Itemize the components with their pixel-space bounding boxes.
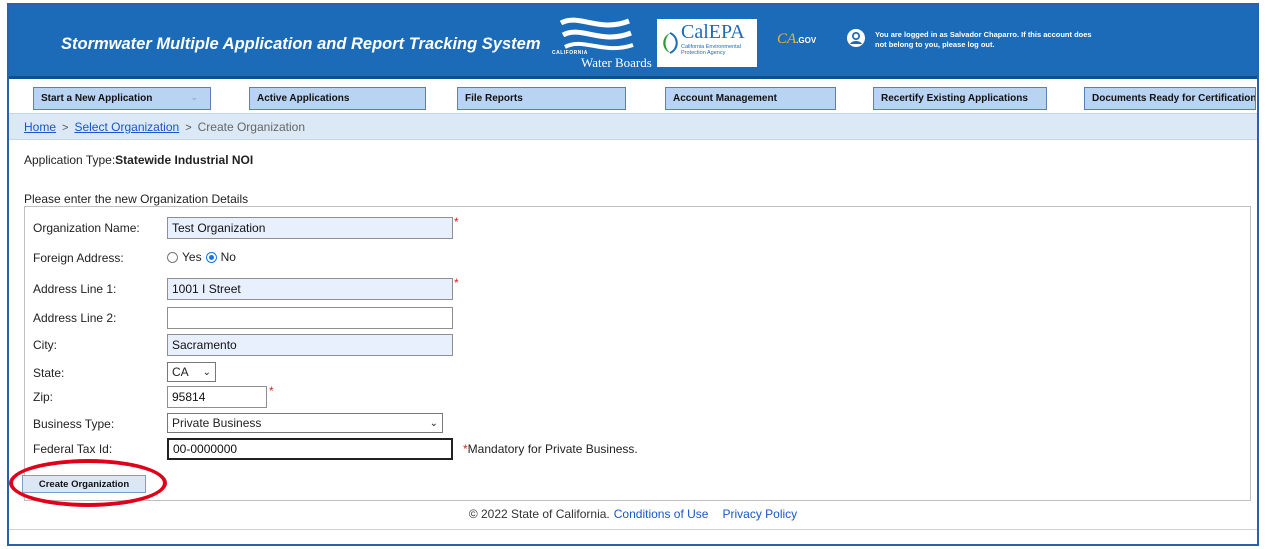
- breadcrumb-current: Create Organization: [197, 120, 306, 134]
- city-label: City:: [33, 338, 57, 352]
- nav-active-applications[interactable]: Active Applications: [249, 87, 426, 110]
- cagov-text: CA: [777, 31, 797, 47]
- application-type-label: Application Type:: [24, 153, 116, 167]
- nav-account-management[interactable]: Account Management: [665, 87, 836, 110]
- footer-privacy-link[interactable]: Privacy Policy: [722, 507, 797, 521]
- footer: © 2022 State of California. Conditions of…: [9, 507, 1257, 521]
- federal-tax-id-note-text: Mandatory for Private Business.: [467, 442, 638, 456]
- state-label: State:: [33, 366, 65, 380]
- state-select-value: CA: [172, 365, 189, 379]
- nav-recertify-existing-applications[interactable]: Recertify Existing Applications: [873, 87, 1047, 110]
- org-name-input[interactable]: [167, 217, 453, 239]
- form-instruction: Please enter the new Organization Detail…: [24, 192, 249, 206]
- zip-label: Zip:: [33, 390, 54, 404]
- user-account-icon[interactable]: [846, 28, 866, 48]
- breadcrumb-select-organization[interactable]: Select Organization: [74, 120, 179, 134]
- breadcrumb-separator-icon: >: [185, 122, 192, 134]
- required-mark: *: [454, 215, 459, 229]
- nav-file-reports[interactable]: File Reports: [457, 87, 626, 110]
- zip-input[interactable]: [167, 386, 267, 408]
- cagov-logo[interactable]: CA.GOV: [777, 31, 816, 48]
- business-type-label: Business Type:: [33, 417, 115, 431]
- federal-tax-id-note: *Mandatory for Private Business.: [463, 442, 638, 456]
- foreign-address-yes-label: Yes: [182, 250, 202, 264]
- business-type-select-value: Private Business: [172, 416, 262, 430]
- org-name-label: Organization Name:: [33, 221, 140, 235]
- chevron-down-icon: ⌄: [190, 92, 198, 102]
- city-input[interactable]: [167, 334, 453, 356]
- breadcrumb-home[interactable]: Home: [24, 120, 56, 134]
- nav-start-new-application-label: Start a New Application: [41, 93, 153, 104]
- foreign-address-label: Foreign Address:: [33, 251, 124, 265]
- login-message: You are logged in as Salvador Chaparro. …: [875, 30, 1092, 49]
- organization-form: Organization Name: * Foreign Address: Ye…: [24, 206, 1251, 501]
- calepa-name: CalEPA: [681, 21, 745, 43]
- federal-tax-id-label: Federal Tax Id:: [33, 442, 113, 456]
- nav-documents-ready-for-certification[interactable]: Documents Ready for Certification: [1084, 87, 1256, 110]
- site-header: Stormwater Multiple Application and Repo…: [9, 5, 1257, 79]
- breadcrumb-separator-icon: >: [62, 122, 69, 134]
- foreign-address-yes-radio[interactable]: [167, 251, 178, 263]
- foreign-address-no-radio[interactable]: [205, 251, 217, 263]
- calepa-logo[interactable]: CalEPA California Environmental Protecti…: [657, 19, 757, 67]
- water-boards-label: Water Boards: [581, 55, 652, 70]
- address1-input[interactable]: [167, 278, 453, 300]
- footer-conditions-link[interactable]: Conditions of Use: [614, 507, 709, 521]
- business-type-select[interactable]: Private Business ⌄: [167, 413, 443, 433]
- page-frame: Stormwater Multiple Application and Repo…: [7, 3, 1259, 546]
- footer-divider: [9, 529, 1257, 530]
- chevron-down-icon: ⌄: [429, 417, 438, 429]
- address2-label: Address Line 2:: [33, 311, 117, 325]
- breadcrumb: Home > Select Organization > Create Organiza…: [9, 113, 1257, 140]
- main-nav: Start a New Application ⌄ Active Applicat…: [9, 82, 1257, 113]
- calepa-leaf-icon: [663, 32, 678, 54]
- application-type: Application Type:Statewide Industrial NO…: [24, 153, 253, 167]
- foreign-address-radio-group: Yes No: [167, 250, 236, 264]
- nav-start-new-application[interactable]: Start a New Application ⌄: [33, 87, 211, 110]
- federal-tax-id-input[interactable]: [167, 438, 453, 460]
- calepa-subtitle: California Environmental Protection Agen…: [681, 44, 741, 56]
- app-title: Stormwater Multiple Application and Repo…: [61, 35, 541, 53]
- foreign-address-no-label: No: [220, 250, 236, 264]
- cagov-suffix: .GOV: [796, 36, 817, 45]
- required-mark: *: [454, 276, 459, 290]
- application-type-value: Statewide Industrial NOI: [115, 153, 254, 167]
- chevron-down-icon: ⌄: [202, 366, 211, 378]
- state-select[interactable]: CA ⌄: [167, 362, 216, 382]
- required-mark: *: [269, 384, 274, 398]
- footer-copyright: © 2022 State of California.: [468, 507, 610, 521]
- highlight-circle: [9, 459, 167, 507]
- address1-label: Address Line 1:: [33, 282, 117, 296]
- address2-input[interactable]: [167, 307, 453, 329]
